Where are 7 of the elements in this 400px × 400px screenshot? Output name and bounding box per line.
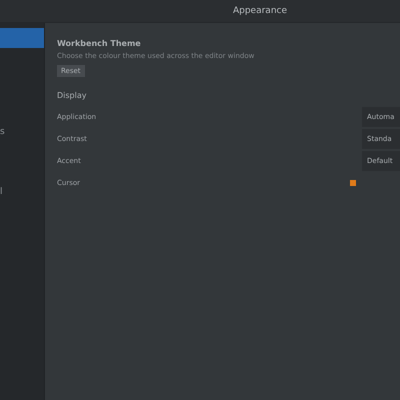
group-title: Display xyxy=(57,91,88,100)
color-swatch[interactable] xyxy=(350,180,356,186)
sidebar-item[interactable]: l xyxy=(0,182,44,202)
section-title: Workbench Theme xyxy=(57,39,142,48)
sidebar-item[interactable] xyxy=(0,28,44,48)
window-title: Appearance xyxy=(232,6,288,16)
sidebar-item[interactable]: s xyxy=(0,122,44,142)
